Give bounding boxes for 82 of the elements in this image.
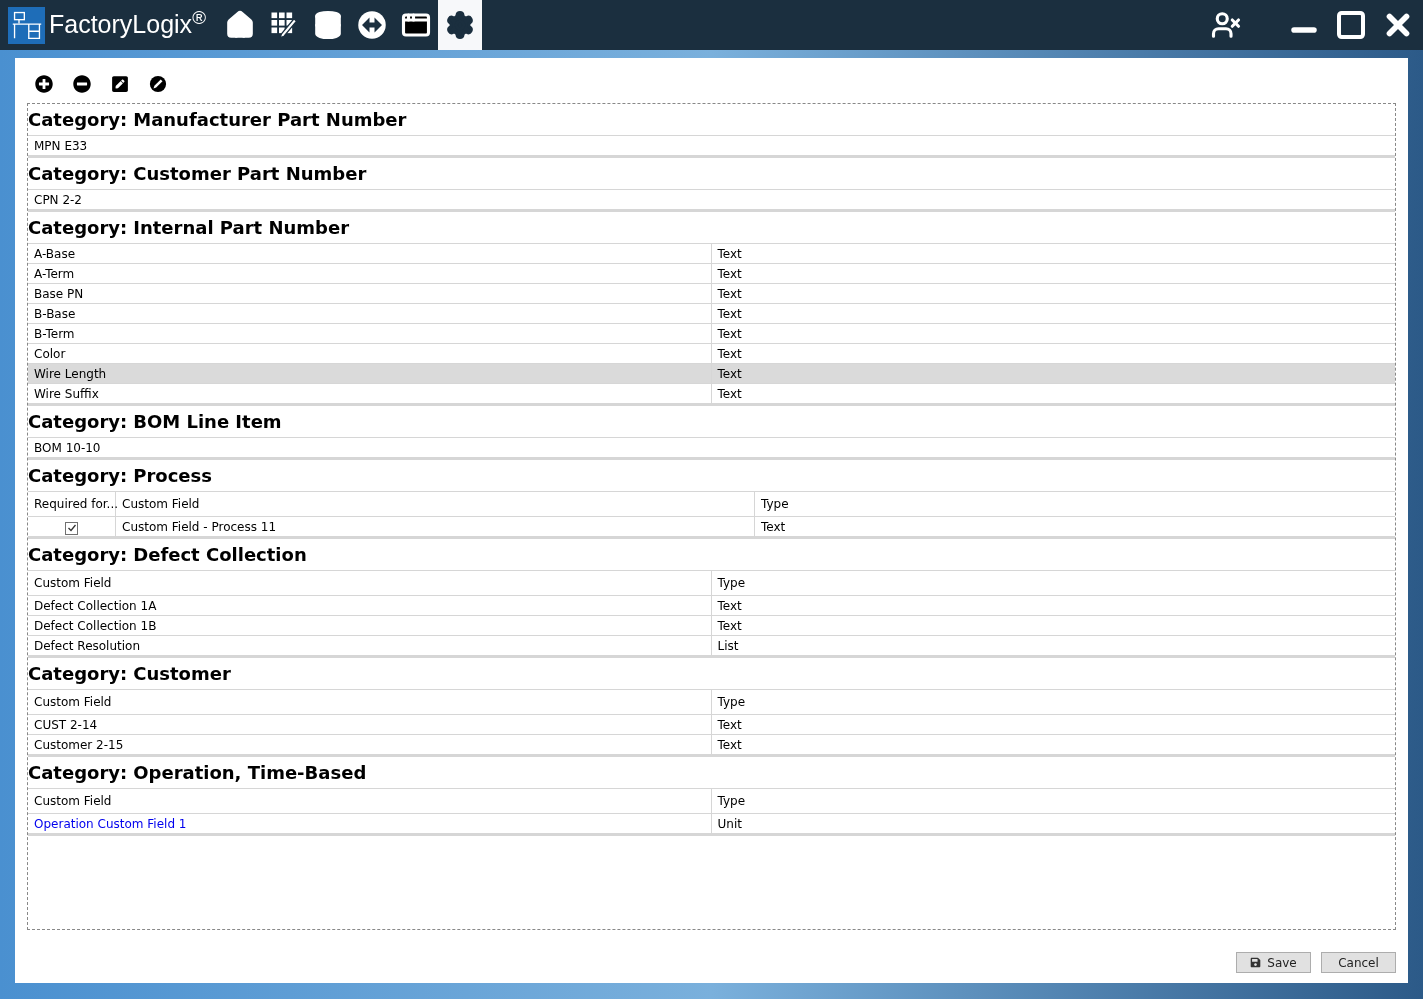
table-row[interactable]: B-Base Text bbox=[28, 304, 1395, 324]
category-title: Internal Part Number bbox=[133, 216, 350, 240]
table-row[interactable]: B-Term Text bbox=[28, 324, 1395, 344]
table-row[interactable]: Base PN Text bbox=[28, 284, 1395, 304]
table-cell: B-Term bbox=[28, 324, 712, 343]
table-cell: Wire Suffix bbox=[28, 384, 712, 403]
table-cell: A-Base bbox=[28, 244, 712, 263]
table-cell-text: Text bbox=[716, 245, 743, 263]
category-title: Process bbox=[133, 464, 212, 488]
home-icon bbox=[224, 10, 255, 40]
table-cell-text: Unit bbox=[716, 815, 743, 833]
table-cell: CUST 2-14 bbox=[28, 715, 712, 734]
checkbox[interactable] bbox=[65, 521, 78, 535]
save-button[interactable]: Save bbox=[1236, 952, 1311, 973]
arrows-circle-icon bbox=[356, 10, 387, 40]
column-header[interactable]: Type bbox=[755, 492, 1395, 516]
table-cell-text: List bbox=[716, 637, 740, 655]
table-row[interactable]: Wire Suffix Text bbox=[28, 384, 1395, 404]
column-header[interactable]: Custom Field bbox=[28, 789, 712, 813]
category-label: Category: bbox=[28, 216, 128, 240]
column-header[interactable]: Custom Field bbox=[28, 690, 712, 714]
table-cell-text: Text bbox=[716, 305, 743, 323]
category-label: Category: bbox=[28, 662, 128, 686]
remove-icon[interactable] bbox=[73, 74, 91, 93]
category-label: Category: bbox=[28, 162, 128, 186]
table-cell: Base PN bbox=[28, 284, 712, 303]
table-cell: Defect Collection 1B bbox=[28, 616, 712, 635]
column-header[interactable]: Type bbox=[711, 571, 1395, 595]
table-cell-text: Text bbox=[716, 597, 743, 615]
category-label: Category: bbox=[28, 410, 128, 434]
app-title: FactoryLogix$^{®}$ bbox=[49, 6, 206, 41]
category-label: Category: bbox=[28, 543, 128, 567]
table-cell: Wire Length bbox=[28, 364, 712, 383]
category-title: Customer bbox=[133, 662, 231, 686]
table-cell-text: CPN 2-2 bbox=[33, 191, 83, 209]
table-cell-text: BOM 10-10 bbox=[33, 439, 102, 457]
table-cell: Defect Collection 1A bbox=[28, 596, 712, 615]
column-header[interactable]: Type bbox=[711, 789, 1395, 813]
table-row[interactable]: A-Base Text bbox=[28, 244, 1395, 264]
cancel-button[interactable]: Cancel bbox=[1321, 952, 1396, 973]
table-cell-text: Text bbox=[716, 385, 743, 403]
app-logo-icon bbox=[8, 6, 45, 44]
pencil-circle-icon[interactable] bbox=[149, 74, 167, 93]
table-cell: Customer 2-15 bbox=[28, 735, 712, 754]
table-cell: Defect Resolution bbox=[28, 636, 712, 655]
table-cell-text: MPN E33 bbox=[33, 137, 89, 155]
table-cell-text: Text bbox=[716, 265, 743, 283]
table-cell-text: Text bbox=[716, 285, 743, 303]
column-header[interactable]: Custom Field bbox=[116, 492, 755, 516]
category-title: Defect Collection bbox=[133, 543, 307, 567]
add-icon[interactable] bbox=[35, 74, 53, 93]
link[interactable]: Operation Custom Field 1 bbox=[28, 814, 712, 833]
table-cell-text: Text bbox=[716, 325, 743, 343]
table-cell: Custom Field - Process 11 bbox=[116, 517, 755, 536]
category-label: Category: bbox=[28, 108, 128, 132]
nav-tab[interactable] bbox=[437, 0, 482, 50]
check-icon bbox=[66, 523, 77, 533]
category-title: BOM Line Item bbox=[133, 410, 282, 434]
maximize-icon[interactable] bbox=[1335, 9, 1367, 41]
column-header[interactable]: Type bbox=[711, 690, 1395, 714]
table-cell: Color bbox=[28, 344, 712, 363]
user-logout-icon[interactable] bbox=[1211, 10, 1241, 40]
table-cell-text: Text bbox=[716, 365, 743, 383]
column-header[interactable]: Custom Field bbox=[28, 571, 712, 595]
category-label: Category: bbox=[28, 464, 128, 488]
table-cell-text: Text bbox=[716, 617, 743, 635]
table-row[interactable]: Wire Length Text bbox=[28, 364, 1395, 384]
category-title: Operation, Time-Based bbox=[133, 761, 367, 785]
table-cell-text: Text bbox=[716, 716, 743, 734]
column-header[interactable]: Required for... bbox=[28, 492, 116, 516]
table-cell-text: Text bbox=[716, 345, 743, 363]
table-cell: A-Term bbox=[28, 264, 712, 283]
category-title: Customer Part Number bbox=[133, 162, 367, 186]
windows-icon bbox=[400, 10, 431, 40]
table-cell-text: Text bbox=[760, 518, 787, 536]
table-cell: B-Base bbox=[28, 304, 712, 323]
database-icon bbox=[312, 10, 343, 40]
category-label: Category: bbox=[28, 761, 128, 785]
table-row[interactable]: A-Term Text bbox=[28, 264, 1395, 284]
edit-icon[interactable] bbox=[111, 74, 129, 93]
table-cell-text: Text bbox=[716, 736, 743, 754]
category-title: Manufacturer Part Number bbox=[133, 108, 407, 132]
